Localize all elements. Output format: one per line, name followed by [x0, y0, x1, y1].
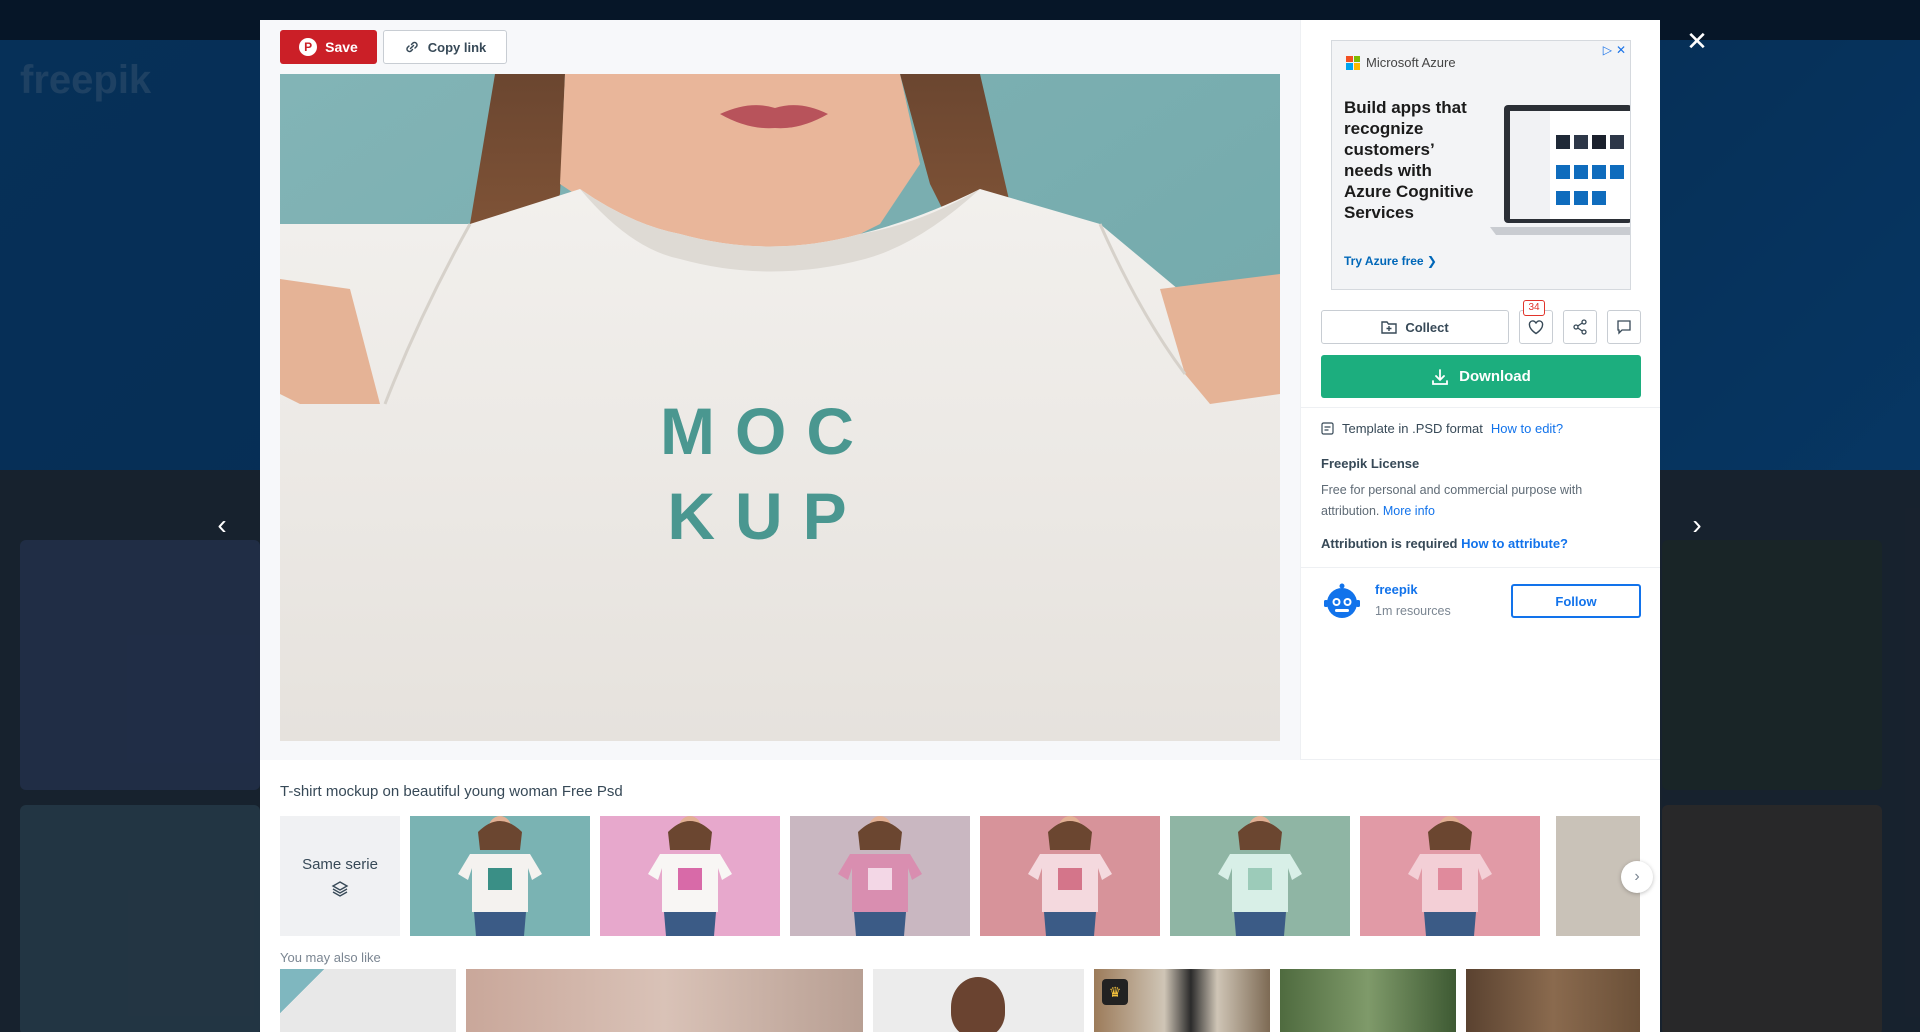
how-to-attribute-link[interactable]: How to attribute? — [1461, 536, 1568, 551]
license-description: Free for personal and commercial purpose… — [1321, 480, 1621, 522]
series-thumbnail[interactable] — [790, 816, 970, 936]
download-button[interactable]: Download — [1321, 355, 1641, 398]
how-to-edit-link[interactable]: How to edit? — [1491, 421, 1563, 436]
divider — [1301, 567, 1660, 568]
detail-panel: Microsoft Azure ▷ ✕ Build apps that reco… — [1300, 20, 1660, 760]
save-label: Save — [325, 39, 358, 55]
tshirt-model-thumbnail — [648, 816, 732, 936]
preview-area: P Save Copy link MOC KUP — [260, 20, 1300, 760]
divider — [1301, 407, 1660, 408]
also-like-thumbnail[interactable]: ♛ — [1094, 969, 1270, 1032]
series-thumbnail[interactable] — [1170, 816, 1350, 936]
collect-button[interactable]: Collect — [1321, 310, 1509, 344]
download-icon — [1432, 368, 1449, 385]
tshirt-model-thumbnail — [1408, 816, 1492, 936]
attribution-text: Attribution is required — [1321, 536, 1458, 551]
license-title: Freepik License — [1321, 456, 1420, 471]
ad-brand-name: Microsoft Azure — [1366, 55, 1456, 70]
download-label: Download — [1459, 368, 1531, 385]
microsoft-logo-icon — [1346, 55, 1360, 70]
chevron-right-icon: › — [1692, 509, 1702, 540]
series-thumbnail[interactable] — [980, 816, 1160, 936]
author-name-link[interactable]: freepik — [1375, 582, 1418, 597]
author-info: freepik 1m resources Follow — [1321, 578, 1641, 626]
more-info-link[interactable]: More info — [1383, 504, 1435, 518]
ad-laptop-image — [1490, 105, 1630, 235]
same-serie-button[interactable]: Same serie — [280, 816, 400, 936]
same-serie-label: Same serie — [302, 855, 378, 873]
same-series-carousel: Same serie — [280, 816, 1640, 936]
resource-modal: P Save Copy link MOC KUP Microsoft Azure… — [260, 20, 1660, 1032]
ad-cta-link[interactable]: Try Azure free ❯ — [1344, 254, 1437, 268]
license-desc-text: Free for personal and commercial purpose… — [1321, 483, 1583, 518]
premium-crown-icon: ♛ — [1102, 979, 1128, 1005]
attribution-info: Attribution is required How to attribute… — [1321, 536, 1568, 551]
close-modal-button[interactable]: ✕ — [1682, 26, 1712, 56]
divider — [1301, 759, 1660, 760]
like-count-badge: 34 — [1523, 300, 1545, 316]
adchoices-icon[interactable]: ▷ — [1603, 43, 1612, 57]
also-like-thumbnail[interactable] — [1280, 969, 1456, 1032]
previous-resource-button[interactable]: ‹ — [207, 510, 237, 540]
collect-label: Collect — [1405, 319, 1449, 335]
folder-add-icon — [1381, 321, 1398, 334]
pinterest-icon: P — [299, 38, 318, 56]
format-text: Template in .PSD format — [1342, 421, 1483, 436]
copy-link-button[interactable]: Copy link — [383, 30, 507, 64]
pinterest-save-button[interactable]: P Save — [280, 30, 377, 64]
chevron-right-icon: › — [1634, 868, 1640, 885]
tshirt-model-thumbnail — [838, 816, 922, 936]
tshirt-model-thumbnail — [1218, 816, 1302, 936]
author-resources-count: 1m resources — [1375, 604, 1451, 618]
also-like-thumbnail[interactable] — [466, 969, 863, 1032]
series-thumbnail[interactable] — [410, 816, 590, 936]
ad-headline: Build apps that recognize customers’ nee… — [1344, 98, 1474, 222]
mockup-print-line1: MOC — [660, 394, 874, 468]
share-button[interactable] — [1563, 310, 1597, 344]
ad-banner[interactable]: Microsoft Azure ▷ ✕ Build apps that reco… — [1331, 40, 1631, 290]
next-resource-button[interactable]: › — [1682, 510, 1712, 540]
also-like-heading: You may also like — [280, 950, 381, 965]
tshirt-model-thumbnail — [1028, 816, 1112, 936]
ad-close-icon[interactable]: ✕ — [1616, 43, 1626, 57]
main-preview-image[interactable]: MOC KUP — [280, 74, 1280, 741]
comment-icon — [1617, 320, 1631, 335]
mockup-print-line2: KUP — [667, 479, 866, 553]
comment-button[interactable] — [1607, 310, 1641, 344]
file-icon — [1321, 422, 1334, 435]
resource-title: T-shirt mockup on beautiful young woman … — [280, 783, 623, 800]
ad-brand: Microsoft Azure — [1346, 55, 1456, 70]
format-info: Template in .PSD format How to edit? — [1321, 421, 1563, 436]
share-icon — [1573, 319, 1587, 335]
also-like-thumbnail[interactable] — [873, 969, 1084, 1032]
also-like-thumbnail[interactable] — [1466, 969, 1640, 1032]
tshirt-model-thumbnail — [458, 816, 542, 936]
follow-button[interactable]: Follow — [1511, 584, 1641, 618]
close-icon: ✕ — [1686, 26, 1708, 56]
layers-icon — [331, 880, 349, 897]
chevron-left-icon: ‹ — [217, 509, 227, 540]
heart-icon — [1528, 319, 1544, 334]
tshirt-woman-photo: MOC KUP — [280, 74, 1280, 741]
series-thumbnail[interactable] — [600, 816, 780, 936]
copy-link-label: Copy link — [427, 39, 487, 55]
also-like-row: ♛ — [280, 969, 1640, 1032]
series-thumbnail[interactable] — [1360, 816, 1540, 936]
link-icon — [406, 41, 418, 53]
author-avatar[interactable] — [1321, 580, 1363, 622]
ad-controls[interactable]: ▷ ✕ — [1603, 43, 1626, 57]
also-like-thumbnail[interactable] — [280, 969, 456, 1032]
series-next-button[interactable]: › — [1621, 861, 1653, 893]
